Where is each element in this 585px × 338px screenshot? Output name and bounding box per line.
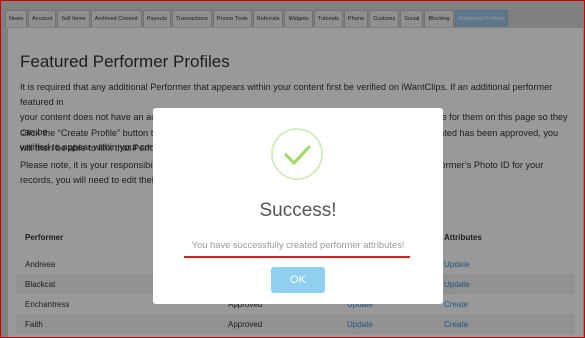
highlight-underline <box>184 256 410 258</box>
ok-button[interactable]: OK <box>271 267 325 293</box>
check-icon <box>284 145 311 165</box>
page: News Account Sell Items Archived Content Pay… <box>0 0 585 338</box>
modal-message: You have successfully created performer … <box>191 239 405 250</box>
success-modal: Success! You have successfully created p… <box>153 108 443 304</box>
modal-title: Success! <box>259 200 337 221</box>
success-circle <box>271 128 323 180</box>
